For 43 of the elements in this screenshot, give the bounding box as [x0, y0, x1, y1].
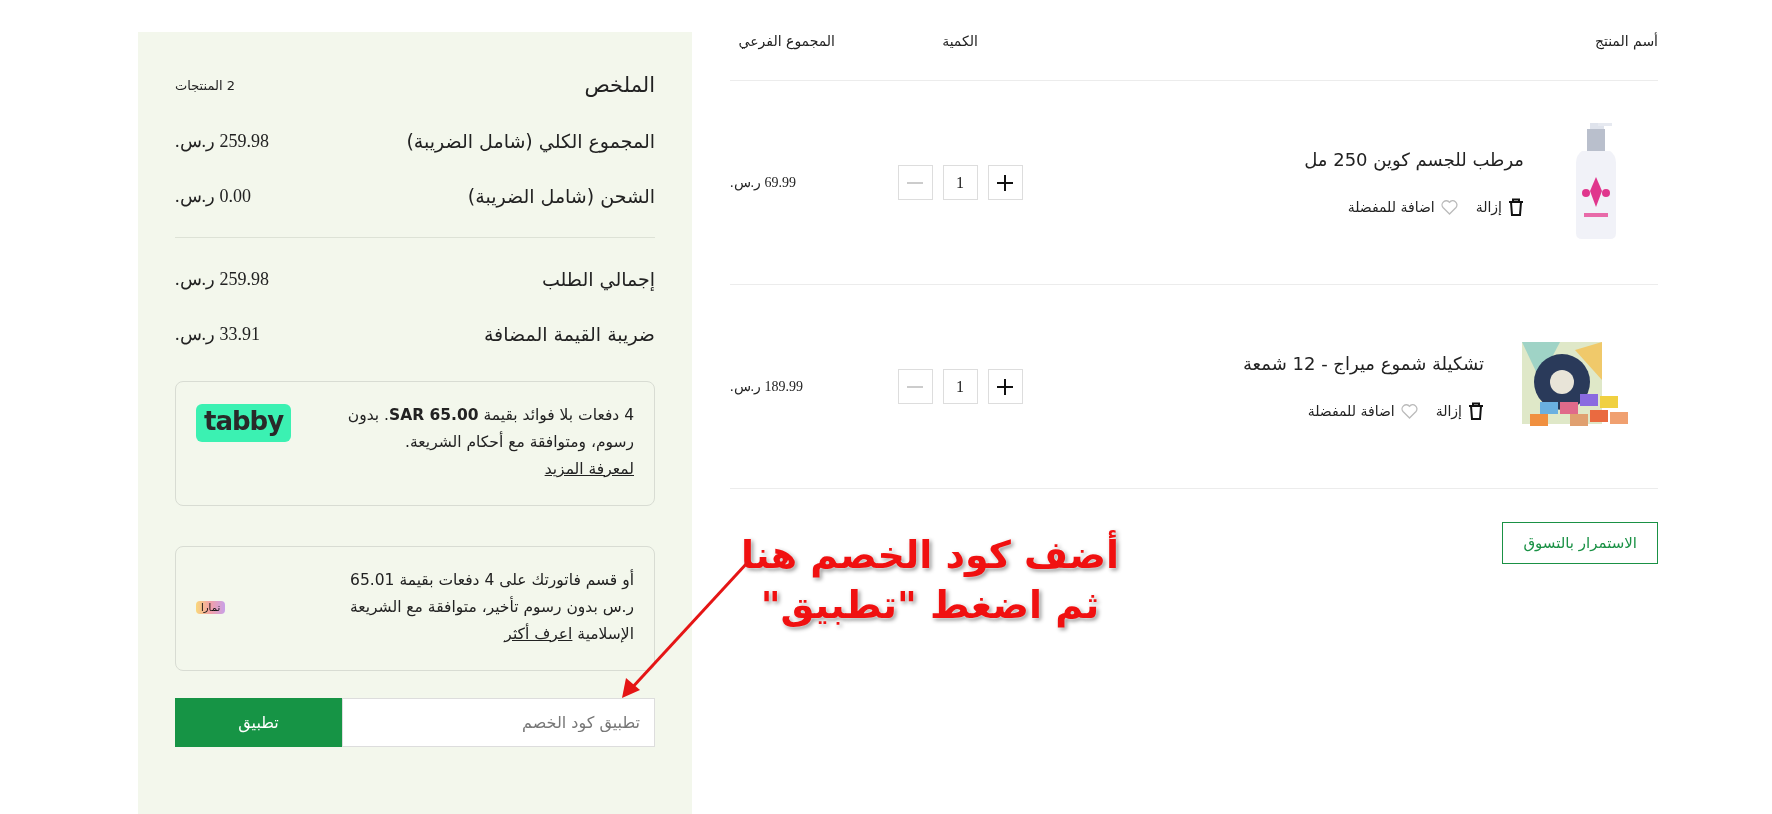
minus-icon	[907, 385, 923, 388]
product-name[interactable]: مرطب للجسم كوين 250 مل	[1304, 149, 1524, 170]
subtotal-text: 69.99 ر.س.	[730, 174, 797, 191]
summary-label: إجمالي الطلب	[541, 268, 655, 290]
quantity-field[interactable]: 1	[942, 369, 978, 404]
favorite-button[interactable]: اضافة للمفضلة	[1307, 403, 1418, 419]
remove-button[interactable]: إزالة	[1435, 402, 1484, 420]
summary-label: المجموع الكلي (شامل الضريبة)	[406, 130, 655, 152]
subtotal-text: 189.99 ر.س.	[730, 378, 804, 395]
item-count: 2 المنتجات	[175, 77, 235, 93]
remove-button[interactable]: إزالة	[1475, 198, 1524, 216]
summary-label: ضريبة القيمة المضافة	[483, 323, 655, 345]
learn-more-link[interactable]: اعرف أكثر	[504, 625, 573, 643]
plus-button[interactable]	[987, 165, 1023, 200]
summary-value: 259.98 ر.س.	[175, 268, 269, 290]
tabby-logo: tabby	[196, 404, 292, 442]
product-name[interactable]: تشكيلة شموع ميراج - 12 شمعة	[1242, 353, 1484, 374]
heart-icon	[1440, 199, 1458, 215]
column-header: الكمية	[941, 33, 979, 51]
column-header: المجموع الفرعي	[737, 33, 835, 52]
heart-icon	[1400, 403, 1418, 419]
trash-icon	[1468, 402, 1484, 420]
installment-text: أو قسم فاتورتك على 4 دفعات بقيمة 65.01 ر.س بدون رسوم تأخير، متوافقة مع الشريعة الإسلامية اعرف أكثر	[348, 568, 634, 645]
favorite-button[interactable]: اضافة للمفضلة	[1347, 199, 1458, 215]
tamara-logo: تمارا	[196, 601, 226, 614]
annotation-text: أضف كود الخصم هنا	[740, 530, 1120, 580]
learn-more-link[interactable]: لمعرفة المزيد	[544, 460, 634, 478]
apply-button[interactable]: تطبيق	[175, 698, 342, 747]
plus-icon	[997, 174, 1013, 191]
coupon-field[interactable]: تطبيق كود الخصم	[342, 698, 655, 747]
column-header: أسم المنتج	[1593, 33, 1658, 52]
summary-value: 0.00 ر.س.	[175, 185, 251, 207]
trash-icon	[1508, 198, 1524, 216]
summary-value: 33.91 ر.س.	[175, 323, 260, 345]
annotation-text: ثم اضغط "تطبيق"	[759, 582, 1101, 630]
summary-title: الملخص	[584, 73, 655, 97]
plus-button[interactable]	[987, 369, 1023, 404]
quantity-field[interactable]: 1	[942, 165, 978, 200]
plus-icon	[997, 378, 1013, 395]
continue-shopping-button[interactable]: الاستمرار بالتسوق	[1502, 522, 1658, 564]
summary-value: 259.98 ر.س.	[175, 130, 269, 152]
minus-icon	[907, 181, 923, 184]
summary-label: الشحن (شامل الضريبة)	[467, 185, 655, 207]
